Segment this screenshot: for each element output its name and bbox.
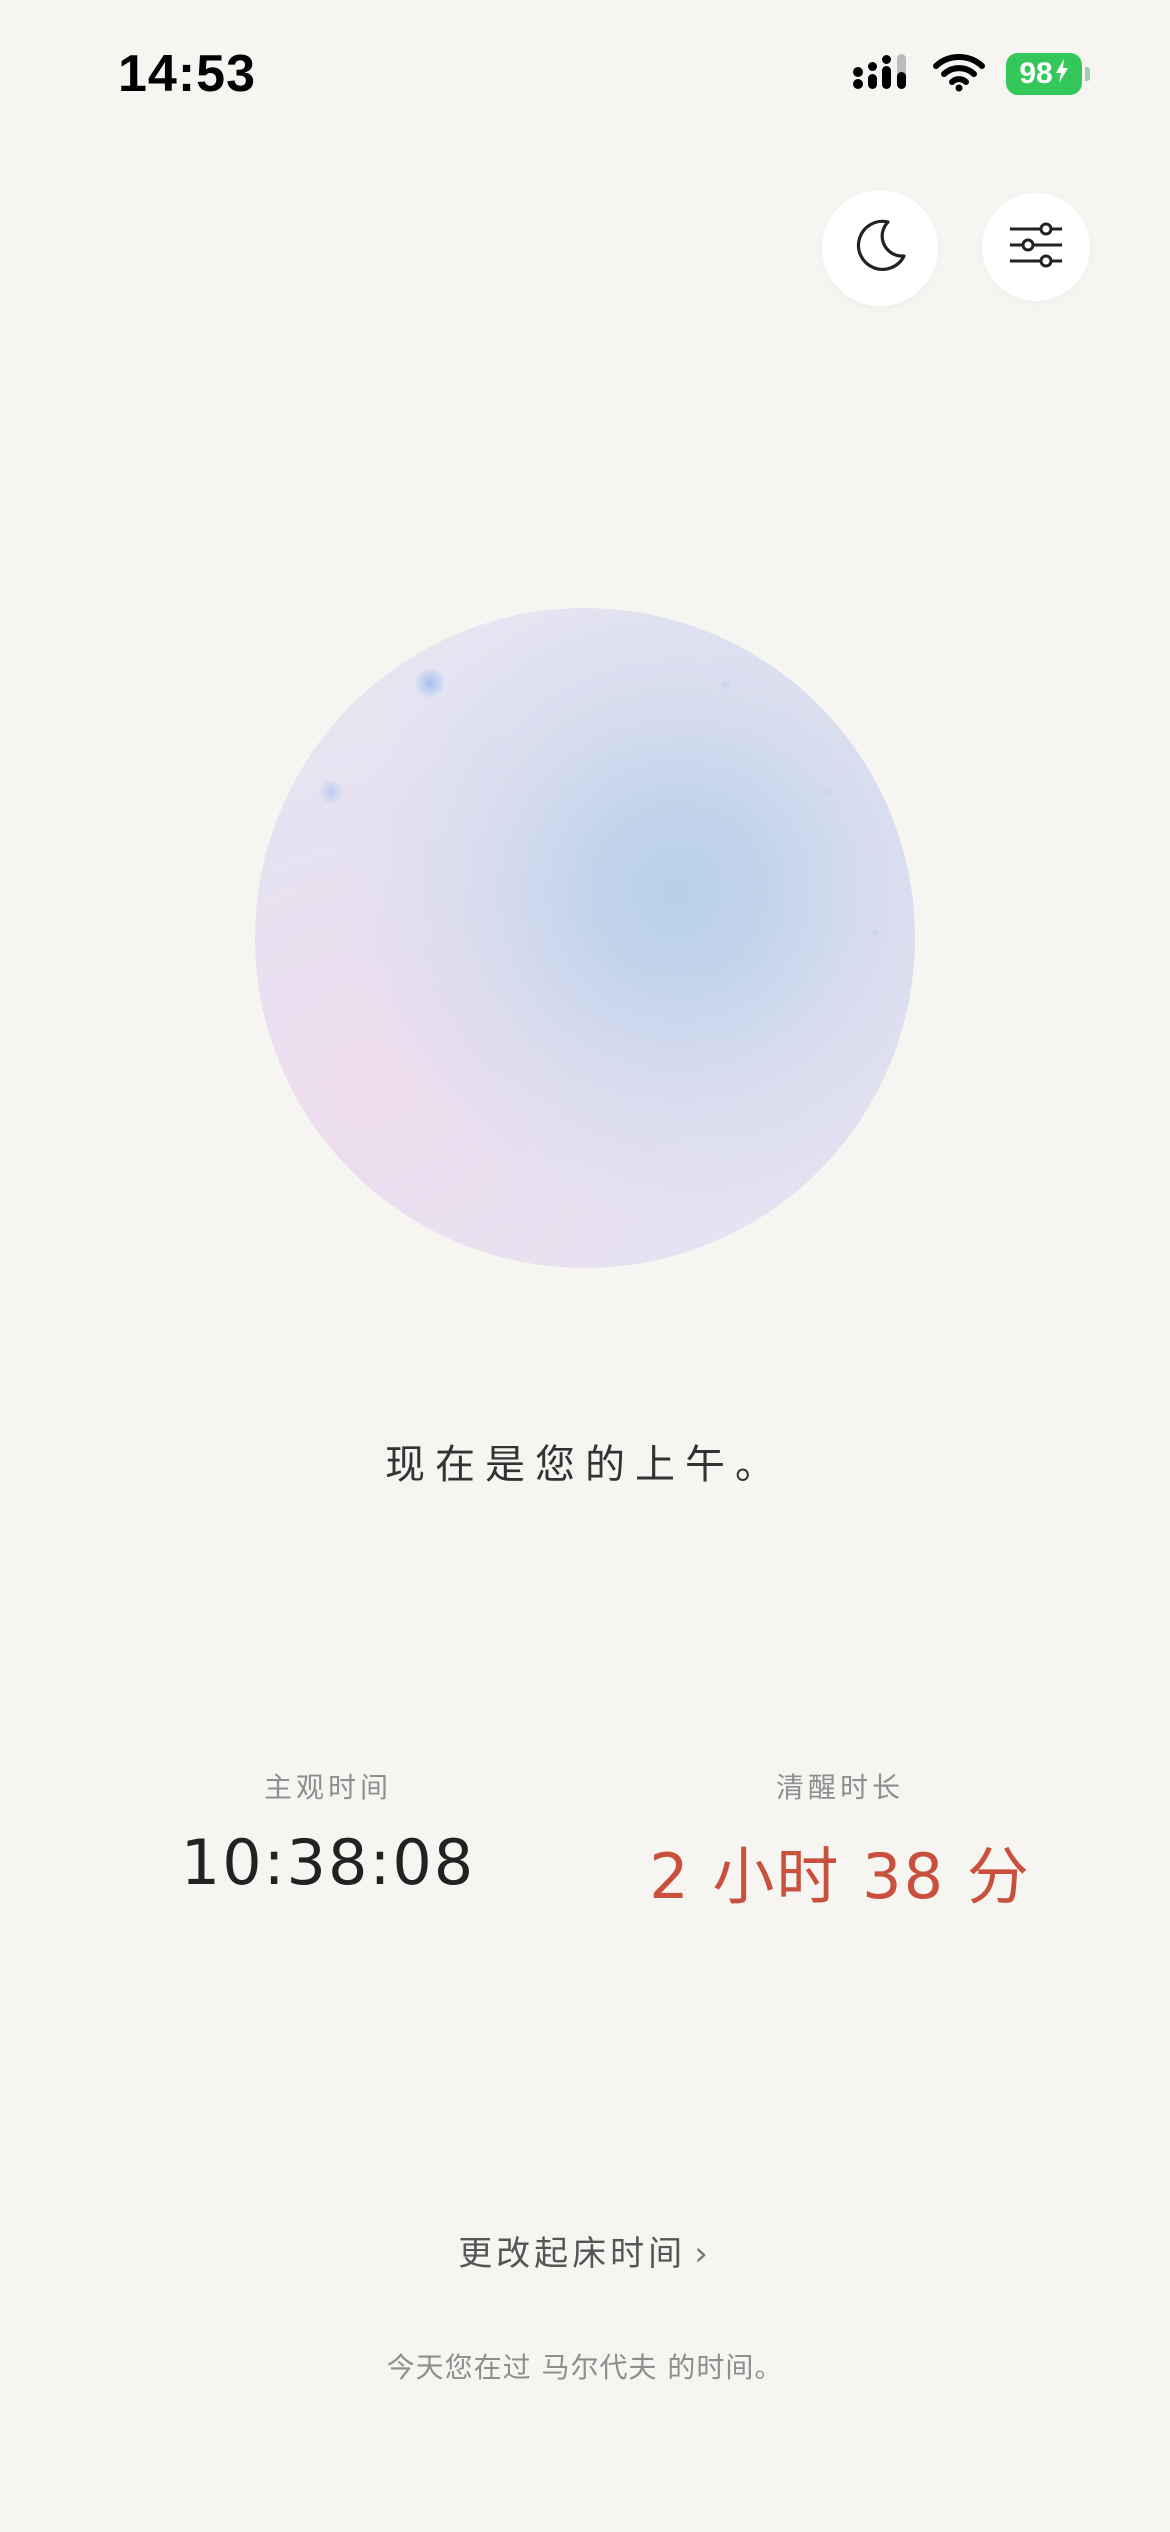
app-screen: 14:53 98 现在是您的上午。 主观时间 10:38:08 清醒时长 2 小… <box>0 0 1170 2532</box>
change-wake-time-link[interactable]: 更改起床时间 › <box>0 2226 1170 2275</box>
awake-duration-label: 清醒时长 <box>775 1771 904 1804</box>
change-wake-time-label: 更改起床时间 <box>458 2234 687 2274</box>
awake-duration-stat: 清醒时长 2 小时 38 分 <box>580 1766 1100 1916</box>
orb-sparkle <box>319 780 343 804</box>
night-mode-button[interactable] <box>822 190 938 306</box>
moon-icon <box>850 216 910 280</box>
day-period-text: 现在是您的上午。 <box>385 1442 785 1488</box>
day-phase-orb <box>255 608 915 1268</box>
orb-sparkle <box>825 788 833 796</box>
settings-button[interactable] <box>982 193 1090 301</box>
subjective-time-stat: 主观时间 10:38:08 <box>68 1766 588 1899</box>
subjective-time-label: 主观时间 <box>263 1771 392 1804</box>
status-indicators: 98 <box>852 52 1090 96</box>
cellular-signal-icon <box>852 52 912 96</box>
subjective-time-value: 10:38:08 <box>180 1826 476 1899</box>
orb-sparkle <box>869 928 879 938</box>
wifi-icon <box>932 52 986 96</box>
charging-bolt-icon <box>1055 57 1069 91</box>
chevron-right-icon: › <box>694 2234 712 2274</box>
status-time: 14:53 <box>118 45 256 103</box>
sliders-icon <box>1008 221 1064 273</box>
battery-level: 98 <box>1019 57 1053 90</box>
awake-duration-value: 2 小时 38 分 <box>649 1840 1031 1913</box>
orb-sparkle <box>415 668 445 698</box>
timezone-note: 今天您在过 马尔代夫 的时间。 <box>386 2351 784 2384</box>
battery-body: 98 <box>1006 53 1082 95</box>
orb-sparkle <box>721 680 731 690</box>
battery-indicator: 98 <box>1006 53 1090 95</box>
battery-cap <box>1085 67 1090 81</box>
